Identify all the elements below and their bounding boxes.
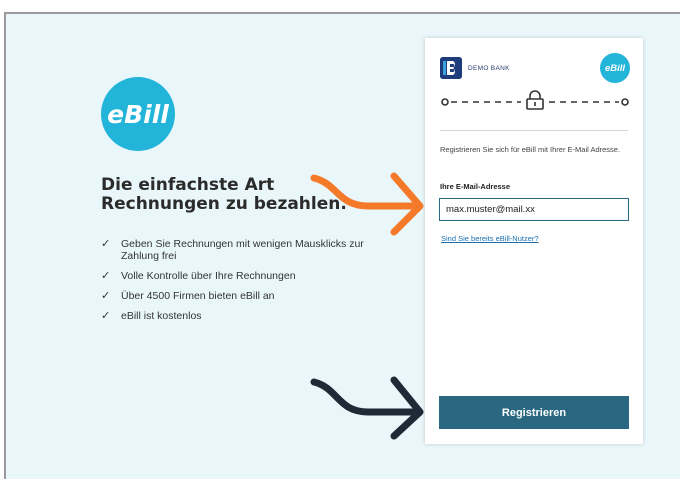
feature-item: ✓ Über 4500 Firmen bieten eBill an: [101, 290, 401, 302]
lock-icon: [526, 90, 544, 110]
ebill-logo-text: eBill: [107, 99, 169, 129]
feature-item: ✓ eBill ist kostenlos: [101, 310, 401, 322]
check-icon: ✓: [101, 270, 111, 282]
feature-text: eBill ist kostenlos: [121, 310, 202, 322]
email-field[interactable]: [439, 198, 629, 221]
divider: [440, 130, 628, 131]
dark-arrow-annotation: [310, 376, 424, 440]
feature-list: ✓ Geben Sie Rechnungen mit wenigen Mausk…: [101, 238, 401, 330]
bank-brand: DEMO BANK: [440, 57, 510, 79]
registration-card: DEMO BANK eBill Registrieren Sie sich fü…: [425, 38, 643, 444]
ebill-badge-text: eBill: [604, 62, 626, 74]
intro-text: Registrieren Sie sich für eBill mit Ihre…: [440, 145, 621, 154]
orange-arrow-annotation: [310, 172, 424, 236]
progress-steps: [441, 90, 629, 110]
check-icon: ✓: [101, 290, 111, 302]
email-label: Ihre E-Mail-Adresse: [440, 182, 511, 191]
bank-logo-glyph: [440, 57, 462, 79]
feature-text: Volle Kontrolle über Ihre Rechnungen: [121, 270, 296, 282]
check-icon: ✓: [101, 310, 111, 322]
feature-item: ✓ Volle Kontrolle über Ihre Rechnungen: [101, 270, 401, 282]
headline-line-1: Die einfachste Art: [101, 175, 275, 195]
ebill-badge: eBill: [600, 53, 630, 83]
bank-name: DEMO BANK: [468, 64, 510, 72]
feature-item: ✓ Geben Sie Rechnungen mit wenigen Mausk…: [101, 238, 401, 262]
register-button[interactable]: Registrieren: [439, 396, 629, 429]
demo-bank-logo: [440, 57, 462, 79]
feature-text: Über 4500 Firmen bieten eBill an: [121, 290, 275, 302]
progress-start-dot: [441, 98, 449, 106]
check-icon: ✓: [101, 238, 111, 250]
feature-text: Geben Sie Rechnungen mit wenigen Mauskli…: [121, 238, 364, 262]
progress-end-dot: [621, 98, 629, 106]
existing-user-link[interactable]: Sind Sie bereits eBill-Nutzer?: [441, 234, 539, 243]
ebill-logo: eBill: [101, 77, 175, 151]
